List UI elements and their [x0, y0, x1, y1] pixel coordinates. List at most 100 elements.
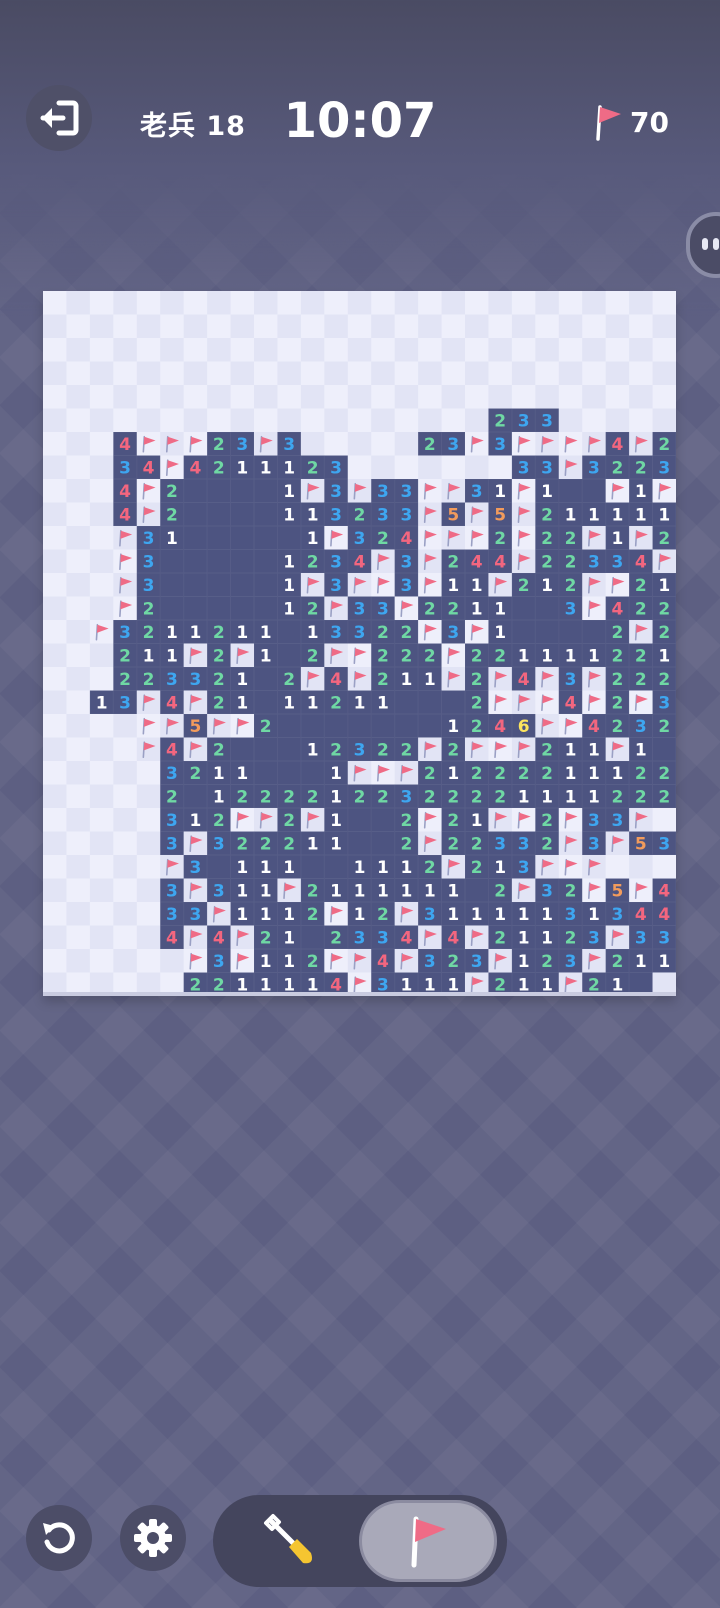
flagged-cell[interactable]	[136, 502, 161, 527]
hidden-cell[interactable]	[535, 385, 560, 409]
hidden-cell[interactable]	[605, 855, 630, 879]
hidden-cell[interactable]	[207, 385, 232, 409]
hidden-cell[interactable]	[89, 737, 114, 762]
hidden-cell[interactable]	[605, 291, 630, 315]
flagged-cell[interactable]	[136, 479, 161, 503]
hidden-cell[interactable]	[441, 408, 466, 433]
hidden-cell[interactable]	[43, 479, 67, 503]
hidden-cell[interactable]	[652, 338, 676, 362]
hidden-cell[interactable]	[66, 361, 91, 386]
hidden-cell[interactable]	[43, 855, 67, 879]
hidden-cell[interactable]	[347, 385, 372, 409]
flagged-cell[interactable]	[347, 479, 372, 503]
hidden-cell[interactable]	[465, 385, 489, 409]
flagged-cell[interactable]	[254, 808, 278, 832]
hidden-cell[interactable]	[43, 314, 67, 339]
hidden-cell[interactable]	[465, 408, 489, 433]
flagged-cell[interactable]	[300, 573, 325, 597]
hidden-cell[interactable]	[277, 385, 302, 409]
hidden-cell[interactable]	[113, 408, 138, 433]
hidden-cell[interactable]	[43, 902, 67, 926]
flagged-cell[interactable]	[230, 643, 255, 668]
hidden-cell[interactable]	[89, 643, 114, 668]
hidden-cell[interactable]	[488, 291, 513, 315]
hidden-cell[interactable]	[371, 455, 396, 480]
hidden-cell[interactable]	[66, 737, 91, 762]
flagged-cell[interactable]	[465, 737, 489, 762]
hidden-cell[interactable]	[66, 690, 91, 715]
hidden-cell[interactable]	[183, 361, 208, 386]
hidden-cell[interactable]	[441, 338, 466, 362]
flagged-cell[interactable]	[113, 526, 138, 550]
flagged-cell[interactable]	[394, 761, 419, 785]
flagged-cell[interactable]	[511, 432, 536, 456]
flagged-cell[interactable]	[582, 526, 607, 550]
hidden-cell[interactable]	[43, 761, 67, 785]
restart-button[interactable]	[26, 1505, 92, 1571]
flagged-cell[interactable]	[465, 432, 489, 456]
hidden-cell[interactable]	[43, 784, 67, 809]
flagged-cell[interactable]	[605, 831, 630, 856]
hidden-cell[interactable]	[488, 338, 513, 362]
hidden-cell[interactable]	[43, 432, 67, 456]
hidden-cell[interactable]	[347, 314, 372, 339]
flagged-cell[interactable]	[347, 573, 372, 597]
hidden-cell[interactable]	[582, 314, 607, 339]
hidden-cell[interactable]	[394, 361, 419, 386]
hidden-cell[interactable]	[183, 338, 208, 362]
hidden-cell[interactable]	[66, 526, 91, 550]
flagged-cell[interactable]	[300, 808, 325, 832]
hidden-cell[interactable]	[207, 314, 232, 339]
hidden-cell[interactable]	[582, 408, 607, 433]
flagged-cell[interactable]	[183, 643, 208, 668]
flagged-cell[interactable]	[582, 596, 607, 621]
flagged-cell[interactable]	[160, 714, 185, 738]
hidden-cell[interactable]	[43, 526, 67, 550]
flagged-cell[interactable]	[465, 620, 489, 644]
flagged-cell[interactable]	[371, 549, 396, 574]
flagged-cell[interactable]	[652, 479, 676, 503]
flagged-cell[interactable]	[418, 573, 443, 597]
flagged-cell[interactable]	[535, 667, 560, 691]
hidden-cell[interactable]	[230, 338, 255, 362]
flagged-cell[interactable]	[418, 925, 443, 950]
hidden-cell[interactable]	[66, 714, 91, 738]
hidden-cell[interactable]	[89, 314, 114, 339]
hidden-cell[interactable]	[605, 361, 630, 386]
hidden-cell[interactable]	[558, 338, 583, 362]
hidden-cell[interactable]	[324, 361, 349, 386]
hidden-cell[interactable]	[465, 314, 489, 339]
flagged-cell[interactable]	[629, 432, 654, 456]
hidden-cell[interactable]	[371, 432, 396, 456]
hidden-cell[interactable]	[136, 925, 161, 950]
flagged-cell[interactable]	[89, 620, 114, 644]
flagged-cell[interactable]	[394, 902, 419, 926]
hidden-cell[interactable]	[535, 338, 560, 362]
hidden-cell[interactable]	[113, 737, 138, 762]
hidden-cell[interactable]	[535, 291, 560, 315]
hidden-cell[interactable]	[43, 878, 67, 903]
hidden-cell[interactable]	[511, 314, 536, 339]
hidden-cell[interactable]	[89, 831, 114, 856]
flagged-cell[interactable]	[324, 949, 349, 973]
hidden-cell[interactable]	[230, 291, 255, 315]
hidden-cell[interactable]	[230, 385, 255, 409]
hidden-cell[interactable]	[394, 408, 419, 433]
flagged-cell[interactable]	[300, 667, 325, 691]
flagged-cell[interactable]	[183, 878, 208, 903]
flagged-cell[interactable]	[465, 502, 489, 527]
hidden-cell[interactable]	[43, 690, 67, 715]
hidden-cell[interactable]	[66, 479, 91, 503]
flagged-cell[interactable]	[418, 737, 443, 762]
flagged-cell[interactable]	[511, 690, 536, 715]
flagged-cell[interactable]	[113, 549, 138, 574]
hidden-cell[interactable]	[66, 573, 91, 597]
hidden-cell[interactable]	[230, 408, 255, 433]
hidden-cell[interactable]	[66, 643, 91, 668]
hidden-cell[interactable]	[66, 949, 91, 973]
hidden-cell[interactable]	[441, 385, 466, 409]
hidden-cell[interactable]	[277, 314, 302, 339]
flagged-cell[interactable]	[582, 667, 607, 691]
hidden-cell[interactable]	[113, 361, 138, 386]
hidden-cell[interactable]	[66, 549, 91, 574]
